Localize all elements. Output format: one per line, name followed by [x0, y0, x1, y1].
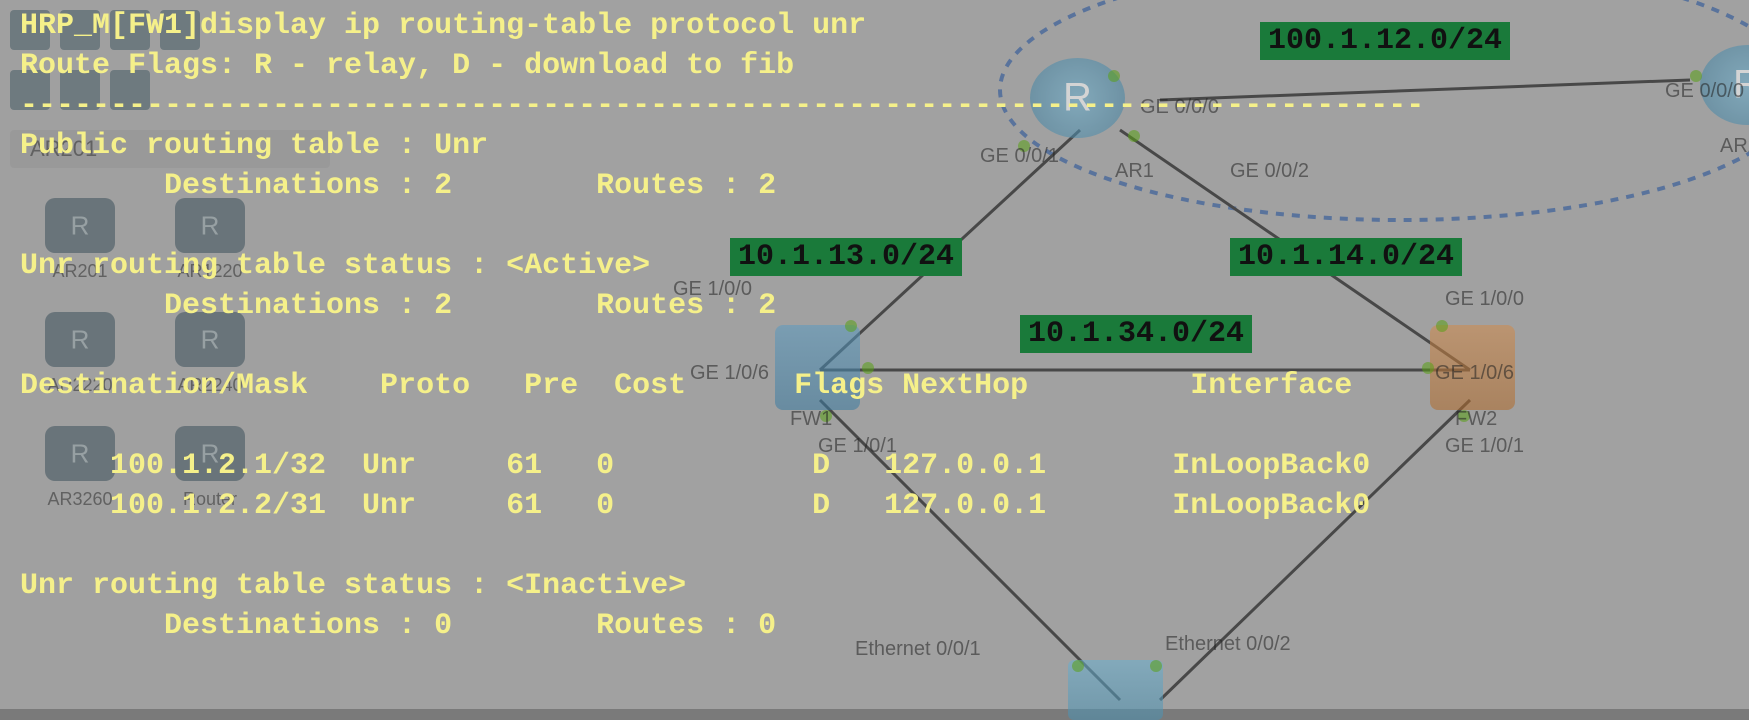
iface-label: Ethernet 0/0/1: [855, 638, 981, 661]
network-label-wan: 100.1.12.0/24: [1260, 22, 1510, 60]
router-icon: [45, 312, 115, 367]
router-category-icon[interactable]: [10, 10, 50, 50]
firewall-category-icon[interactable]: [160, 10, 200, 50]
device-label: FW1: [790, 408, 832, 431]
palette-item[interactable]: AR201: [30, 198, 130, 282]
iface-label: GE 1/0/1: [818, 435, 897, 458]
iface-label: GE 0/0/0: [1140, 96, 1219, 119]
device-label: AR2: [1720, 135, 1749, 158]
link-endpoint-dot: [845, 320, 857, 332]
device-label: FW2: [1455, 408, 1497, 431]
link-endpoint-dot: [1422, 362, 1434, 374]
link-endpoint-dot: [862, 362, 874, 374]
palette-item[interactable]: Router: [160, 426, 260, 510]
palette-item[interactable]: AR3260: [30, 426, 130, 510]
iface-label: GE 0/0/1: [980, 145, 1059, 168]
link-endpoint-dot: [1128, 130, 1140, 142]
palette-selected-label: AR201: [10, 130, 330, 168]
router-icon: [175, 312, 245, 367]
link-endpoint-dot: [1150, 660, 1162, 672]
cloud-category-icon[interactable]: [60, 70, 100, 110]
palette-item[interactable]: AR2240: [160, 312, 260, 396]
router-icon: [45, 426, 115, 481]
link-endpoint-dot: [1072, 660, 1084, 672]
palette-item[interactable]: AR2220: [30, 312, 130, 396]
iface-label: GE 0/0/2: [1230, 160, 1309, 183]
link-endpoint-dot: [1108, 70, 1120, 82]
iface-label: GE 1/0/0: [1445, 288, 1524, 311]
link-endpoint-dot: [1436, 320, 1448, 332]
iface-label: Ethernet 0/0/2: [1165, 633, 1291, 656]
device-label: AR1: [1115, 160, 1154, 183]
pc-category-icon[interactable]: [10, 70, 50, 110]
link-category-icon[interactable]: [110, 70, 150, 110]
iface-label: GE 1/0/6: [1435, 362, 1514, 385]
wlan-category-icon[interactable]: [110, 10, 150, 50]
router-icon: [45, 198, 115, 253]
switch-category-icon[interactable]: [60, 10, 100, 50]
palette-item[interactable]: AR1220: [160, 198, 260, 282]
iface-label: GE 0/0/0: [1665, 80, 1744, 103]
network-label-13: 10.1.13.0/24: [730, 238, 962, 276]
router-icon: [175, 426, 245, 481]
network-label-14: 10.1.14.0/24: [1230, 238, 1462, 276]
router-icon: [175, 198, 245, 253]
iface-label: GE 1/0/1: [1445, 435, 1524, 458]
iface-label: GE 1/0/0: [673, 278, 752, 301]
device-palette: AR201 AR201 AR1220 AR2220 AR2240 AR3260 …: [0, 0, 340, 709]
iface-label: GE 1/0/6: [690, 362, 769, 385]
palette-toolbar-2: [0, 60, 340, 120]
palette-device-list: AR201 AR1220 AR2220 AR2240 AR3260 Router: [0, 178, 340, 530]
device-fw1[interactable]: [775, 325, 860, 410]
network-label-34: 10.1.34.0/24: [1020, 315, 1252, 353]
palette-toolbar: [0, 0, 340, 60]
